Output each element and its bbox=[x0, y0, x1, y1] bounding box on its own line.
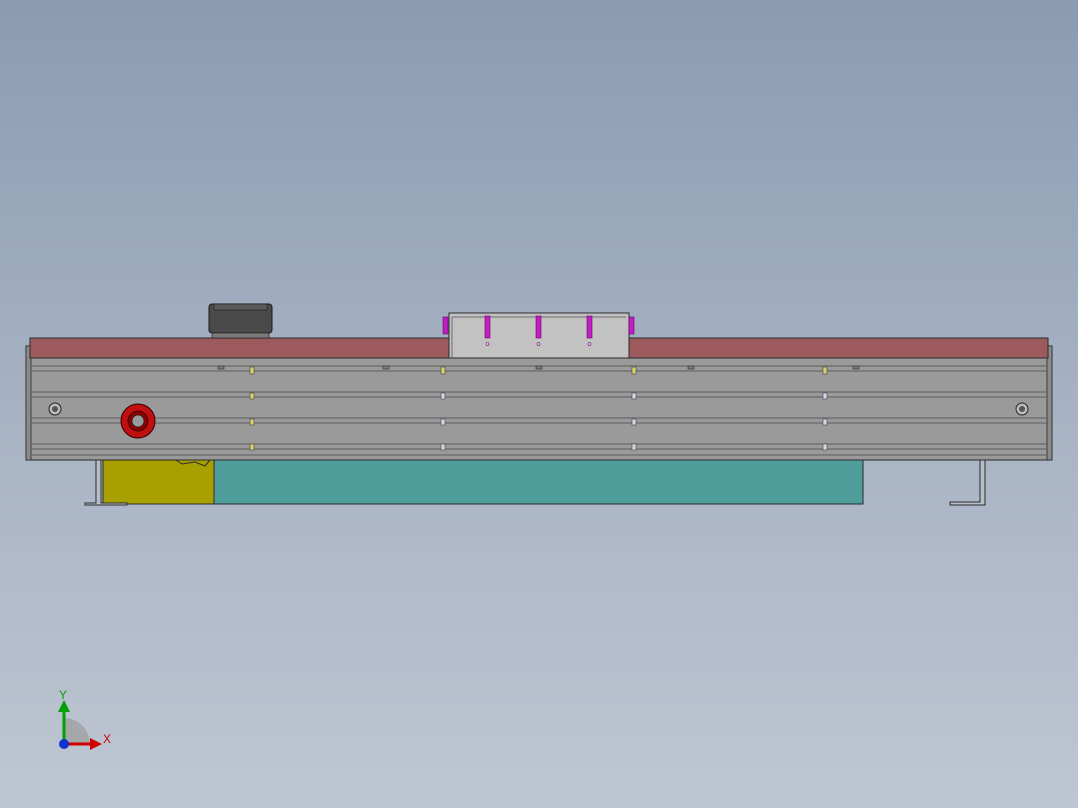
frame-right-cap bbox=[1046, 345, 1053, 461]
triad-x-label: X bbox=[103, 732, 112, 746]
linear-module-model[interactable] bbox=[0, 0, 1078, 808]
frame-left-cap bbox=[25, 345, 32, 461]
motor-block-foot bbox=[211, 332, 270, 339]
right-bracket[interactable] bbox=[949, 459, 986, 506]
teal-base-plate[interactable] bbox=[213, 459, 864, 505]
red-handwheel-knob[interactable] bbox=[120, 403, 156, 439]
yellow-end-cover[interactable] bbox=[102, 459, 215, 505]
triad-y-label: Y bbox=[59, 688, 68, 702]
motor-block-top bbox=[213, 303, 268, 311]
end-screw-left[interactable] bbox=[48, 402, 62, 416]
top-rail-right[interactable] bbox=[628, 337, 1049, 359]
triad-quarter-arc bbox=[64, 718, 90, 744]
triad-z-origin bbox=[59, 739, 69, 749]
coordinate-triad bbox=[58, 700, 102, 750]
triad-x-arrow bbox=[90, 738, 102, 750]
cad-viewport[interactable]: X Y bbox=[0, 0, 1078, 808]
main-frame[interactable] bbox=[25, 345, 1053, 461]
top-rail-left[interactable] bbox=[29, 337, 450, 359]
end-screw-right[interactable] bbox=[1015, 402, 1029, 416]
